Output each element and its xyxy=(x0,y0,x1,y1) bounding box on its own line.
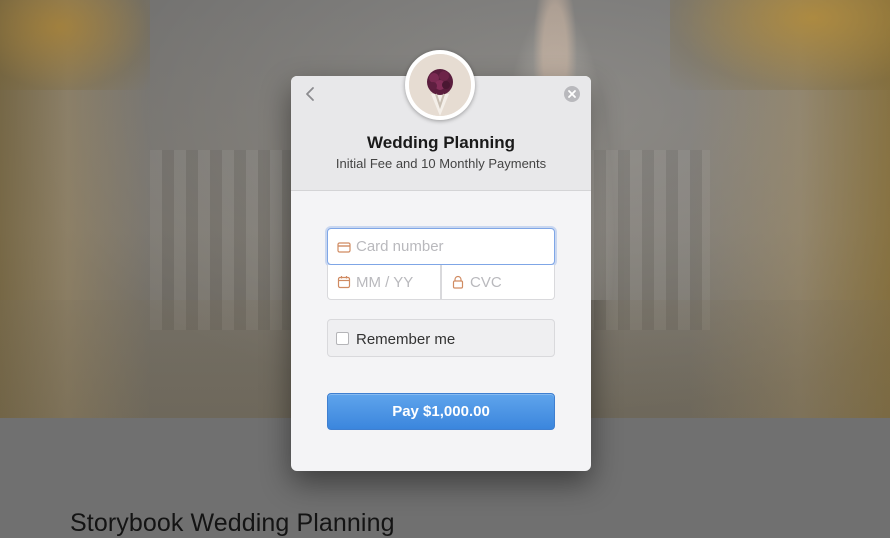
expiry-input[interactable] xyxy=(356,265,434,299)
page-title: Storybook Wedding Planning xyxy=(70,509,395,537)
remember-me-checkbox[interactable] xyxy=(336,332,349,345)
avatar xyxy=(405,50,475,120)
expiry-field[interactable] xyxy=(327,265,441,300)
remember-me-toggle[interactable]: Remember me xyxy=(327,319,555,357)
back-button[interactable] xyxy=(301,84,321,104)
modal-title: Wedding Planning xyxy=(367,133,515,152)
chevron-left-icon xyxy=(306,87,314,101)
payment-modal: Wedding Planning Initial Fee and 10 Mont… xyxy=(291,50,591,471)
cvc-input[interactable] xyxy=(470,265,548,299)
modal-header: Wedding Planning Initial Fee and 10 Mont… xyxy=(291,50,591,191)
cvc-field[interactable] xyxy=(441,265,555,300)
lock-icon xyxy=(452,275,464,289)
card-number-input[interactable] xyxy=(356,229,548,264)
pay-button[interactable]: Pay $1,000.00 xyxy=(327,393,555,430)
calendar-icon xyxy=(337,276,351,289)
remember-me-label: Remember me xyxy=(356,331,456,348)
card-number-field[interactable] xyxy=(327,228,555,265)
close-icon xyxy=(564,86,580,102)
modal-subtitle: Initial Fee and 10 Monthly Payments xyxy=(335,156,547,171)
credit-card-icon xyxy=(337,241,351,253)
close-button[interactable] xyxy=(563,85,581,103)
bouquet-image xyxy=(409,54,471,116)
